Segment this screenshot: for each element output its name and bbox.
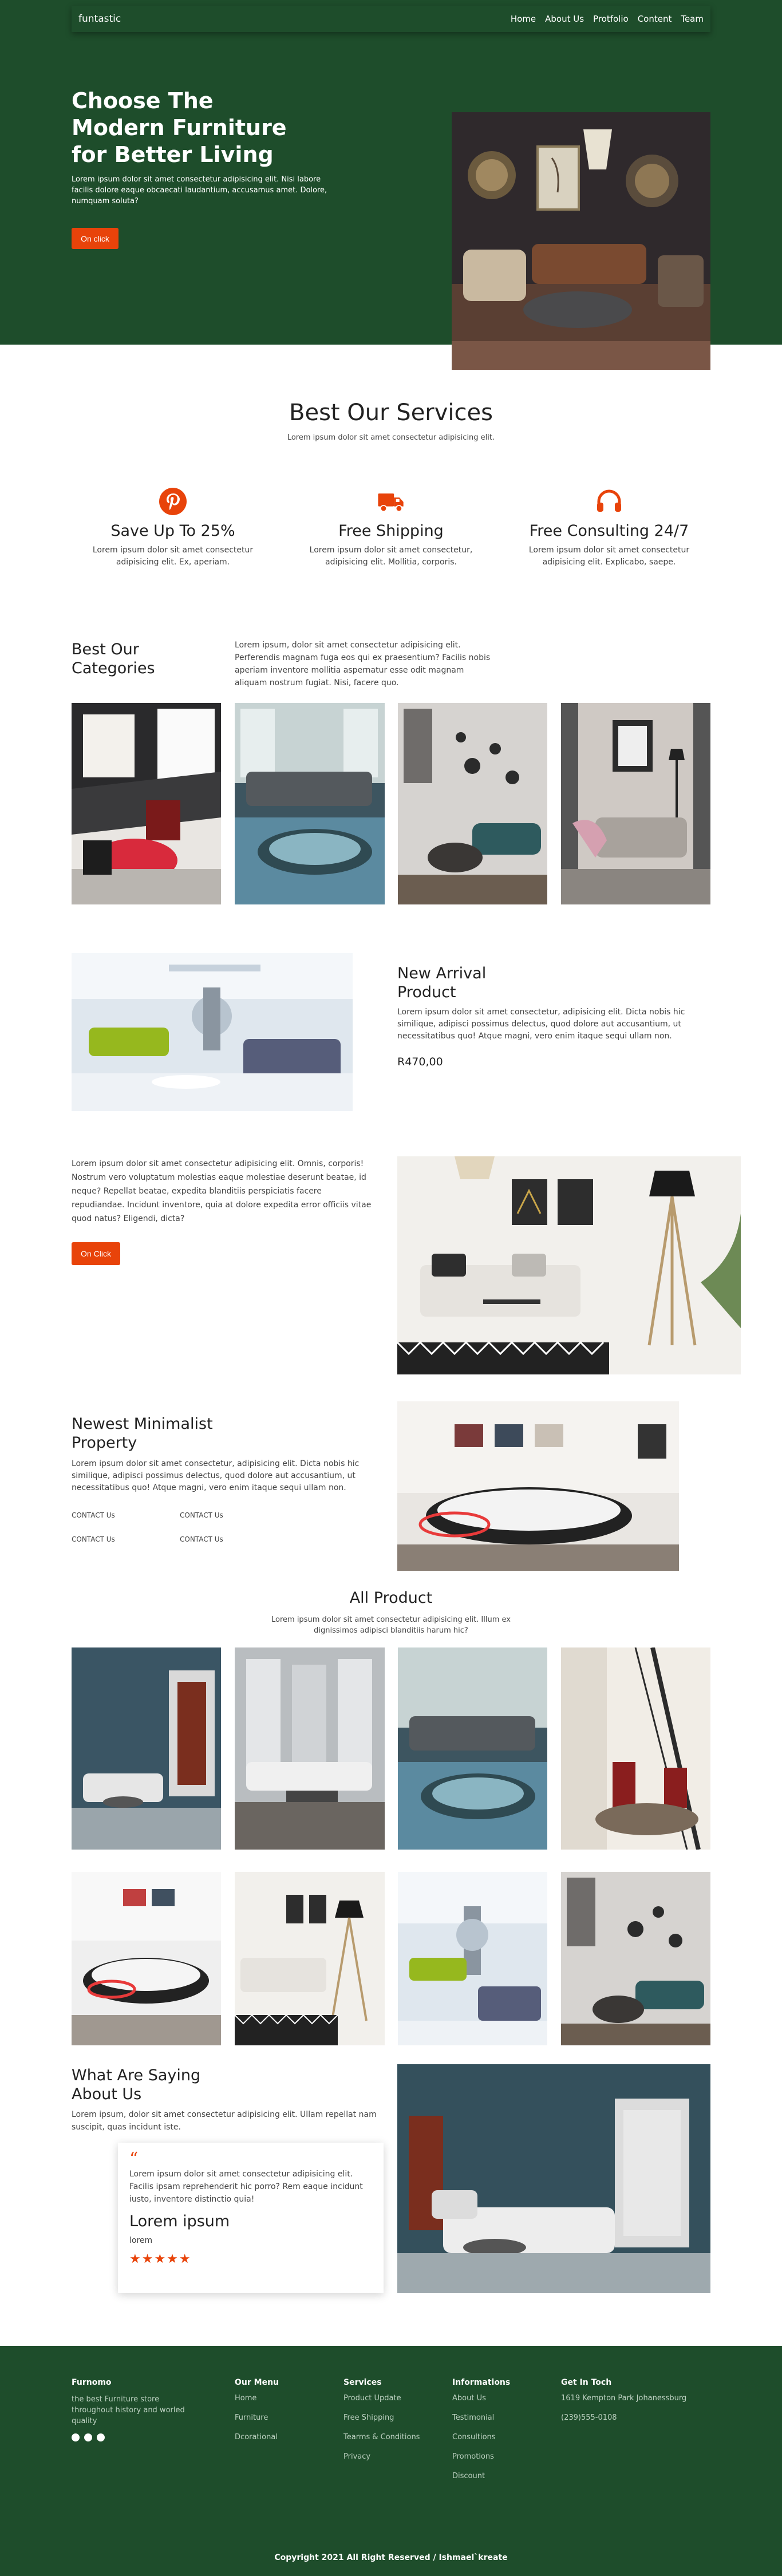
footer: Furnomo the best Furniture store through… [0,2346,782,2576]
footer-contact-title: Get In Toch [561,2378,612,2387]
contact-link[interactable]: CONTACT Us [72,1511,115,1519]
product-image-6[interactable] [235,1872,385,2045]
footer-address: 1619 Kempton Park Johanessburg [561,2394,687,2403]
service-text: Lorem ipsum dolor sit amet consectetur, … [309,546,473,567]
minimalist-title: Newest Minimalist Property [72,1415,213,1452]
services-subtitle: Lorem ipsum dolor sit amet consectetur a… [287,433,495,442]
minimalist-text: Lorem ipsum dolor sit amet consectetur, … [72,1459,360,1492]
services-title: Best Our Services [289,400,493,426]
twitter-icon[interactable] [97,2433,105,2441]
all-product-subtitle: Lorem ipsum dolor sit amet consectetur a… [271,1615,511,1635]
categories-text: Lorem ipsum, dolor sit amet consectetur … [235,641,491,688]
hero-title: Choose The Modern Furniture for Better L… [72,88,287,167]
all-product-title: All Product [349,1589,433,1607]
footer-brand-column: Furnomo the best Furniture store through… [72,2378,200,2441]
hero-text: Lorem ipsum dolor sit amet consectetur a… [72,175,327,206]
promo-living-room-image [397,1156,741,1374]
footer-menu-column: Our Menu Home Furniture Dcorational [235,2378,279,2452]
category-image-4[interactable] [561,703,710,904]
footer-phone: (239)555-0108 [561,2413,617,2422]
nav-link-home[interactable]: Home [511,14,536,24]
footer-link-terms[interactable]: Tearms & Conditions [343,2433,420,2441]
contact-link[interactable]: CONTACT Us [72,1535,115,1543]
category-image-2[interactable] [235,703,385,904]
product-image-7[interactable] [398,1872,547,2045]
footer-link-free-shipping[interactable]: Free Shipping [343,2413,420,2422]
pinterest-icon [158,487,188,516]
product-image-3[interactable] [398,1647,547,1850]
copyright-text: Copyright 2021 All Right Reserved / Ishm… [274,2553,508,2562]
service-text: Lorem ipsum dolor sit amet consectetur a… [92,546,254,567]
testimonial-image [397,2064,710,2293]
testimonial-card: “ Lorem ipsum dolor sit amet consectetur… [118,2143,384,2293]
testimonial-name: Lorem ipsum [129,2212,230,2230]
quote-icon: “ [129,2149,139,2169]
testimonial-quote: Lorem ipsum dolor sit amet consectetur a… [129,2170,363,2204]
footer-link-discount[interactable]: Discount [452,2472,510,2480]
footer-description: the best Furniture store throughout hist… [72,2395,185,2425]
service-card-shipping: Free Shipping Lorem ipsum dolor sit amet… [299,487,483,568]
categories-title: Best Our Categories [72,641,155,677]
social-icons [72,2433,200,2441]
nav-link-portfolio[interactable]: Protfolio [593,14,629,24]
product-image-5[interactable] [72,1872,221,2045]
service-title: Free Shipping [338,522,444,540]
testimonials-text: Lorem ipsum, dolor sit amet consectetur … [72,2110,377,2132]
brand-logo[interactable]: funtastic [78,13,121,25]
promo-text: Lorem ipsum dolor sit amet consectetur a… [72,1159,372,1223]
service-title: Free Consulting 24/7 [529,522,689,540]
footer-link-home[interactable]: Home [235,2394,279,2403]
nav-link-about[interactable]: About Us [545,14,584,24]
minimalist-bedroom-image [397,1401,679,1571]
footer-services-title: Services [343,2378,382,2387]
service-card-discount: Save Up To 25% Lorem ipsum dolor sit ame… [81,487,264,568]
footer-link-consultions[interactable]: Consultions [452,2433,510,2441]
footer-info-title: Informations [452,2378,511,2387]
footer-link-decorational[interactable]: Dcorational [235,2433,279,2441]
service-card-consulting: Free Consulting 24/7 Lorem ipsum dolor s… [518,487,701,568]
footer-contact-column: Get In Toch 1619 Kempton Park Johanessbu… [561,2378,686,2433]
new-arrival-title: New Arrival Product [397,965,487,1001]
nav-links: Home About Us Protfolio Content Team [511,14,704,24]
service-title: Save Up To 25% [110,522,235,540]
footer-info-column: Informations About Us Testimonial Consul… [452,2378,510,2491]
service-text: Lorem ipsum dolor sit amet consectetur a… [528,546,690,567]
contact-link[interactable]: CONTACT Us [180,1535,223,1543]
footer-link-privacy[interactable]: Privacy [343,2452,420,2461]
product-image-8[interactable] [561,1872,710,2045]
contact-link[interactable]: CONTACT Us [180,1511,223,1519]
facebook-icon[interactable] [72,2433,80,2441]
new-arrival-price: R470,00 [397,1056,443,1068]
hero-cta-button[interactable]: On click [72,228,119,249]
footer-link-testimonial[interactable]: Testimonial [452,2413,510,2422]
nav-link-team[interactable]: Team [681,14,704,24]
footer-link-furniture[interactable]: Furniture [235,2413,279,2422]
nav-link-content[interactable]: Content [638,14,672,24]
star-rating-icons: ★★★★★ [129,2252,192,2266]
hero-living-room-image [452,112,710,370]
footer-menu-title: Our Menu [235,2378,279,2387]
footer-services-column: Services Product Update Free Shipping Te… [343,2378,420,2472]
footer-link-about[interactable]: About Us [452,2394,510,2403]
product-image-4[interactable] [561,1647,710,1850]
product-image-2[interactable] [235,1647,385,1850]
footer-brand: Furnomo [72,2378,112,2387]
instagram-icon[interactable] [84,2433,92,2441]
new-arrival-image [72,953,353,1111]
top-navbar: funtastic Home About Us Protfolio Conten… [72,6,710,32]
testimonials-title: What Are Saying About Us [72,2067,201,2103]
promo-cta-button[interactable]: On Click [72,1242,120,1265]
testimonial-role: lorem [129,2236,153,2245]
product-image-1[interactable] [72,1647,221,1850]
truck-icon [376,487,406,516]
footer-link-promotions[interactable]: Promotions [452,2452,510,2461]
category-image-3[interactable] [398,703,547,904]
category-image-1[interactable] [72,703,221,904]
footer-link-product-update[interactable]: Product Update [343,2394,420,2403]
new-arrival-text: Lorem ipsum dolor sit amet consectetur, … [397,1008,685,1041]
headphones-icon [594,487,624,516]
